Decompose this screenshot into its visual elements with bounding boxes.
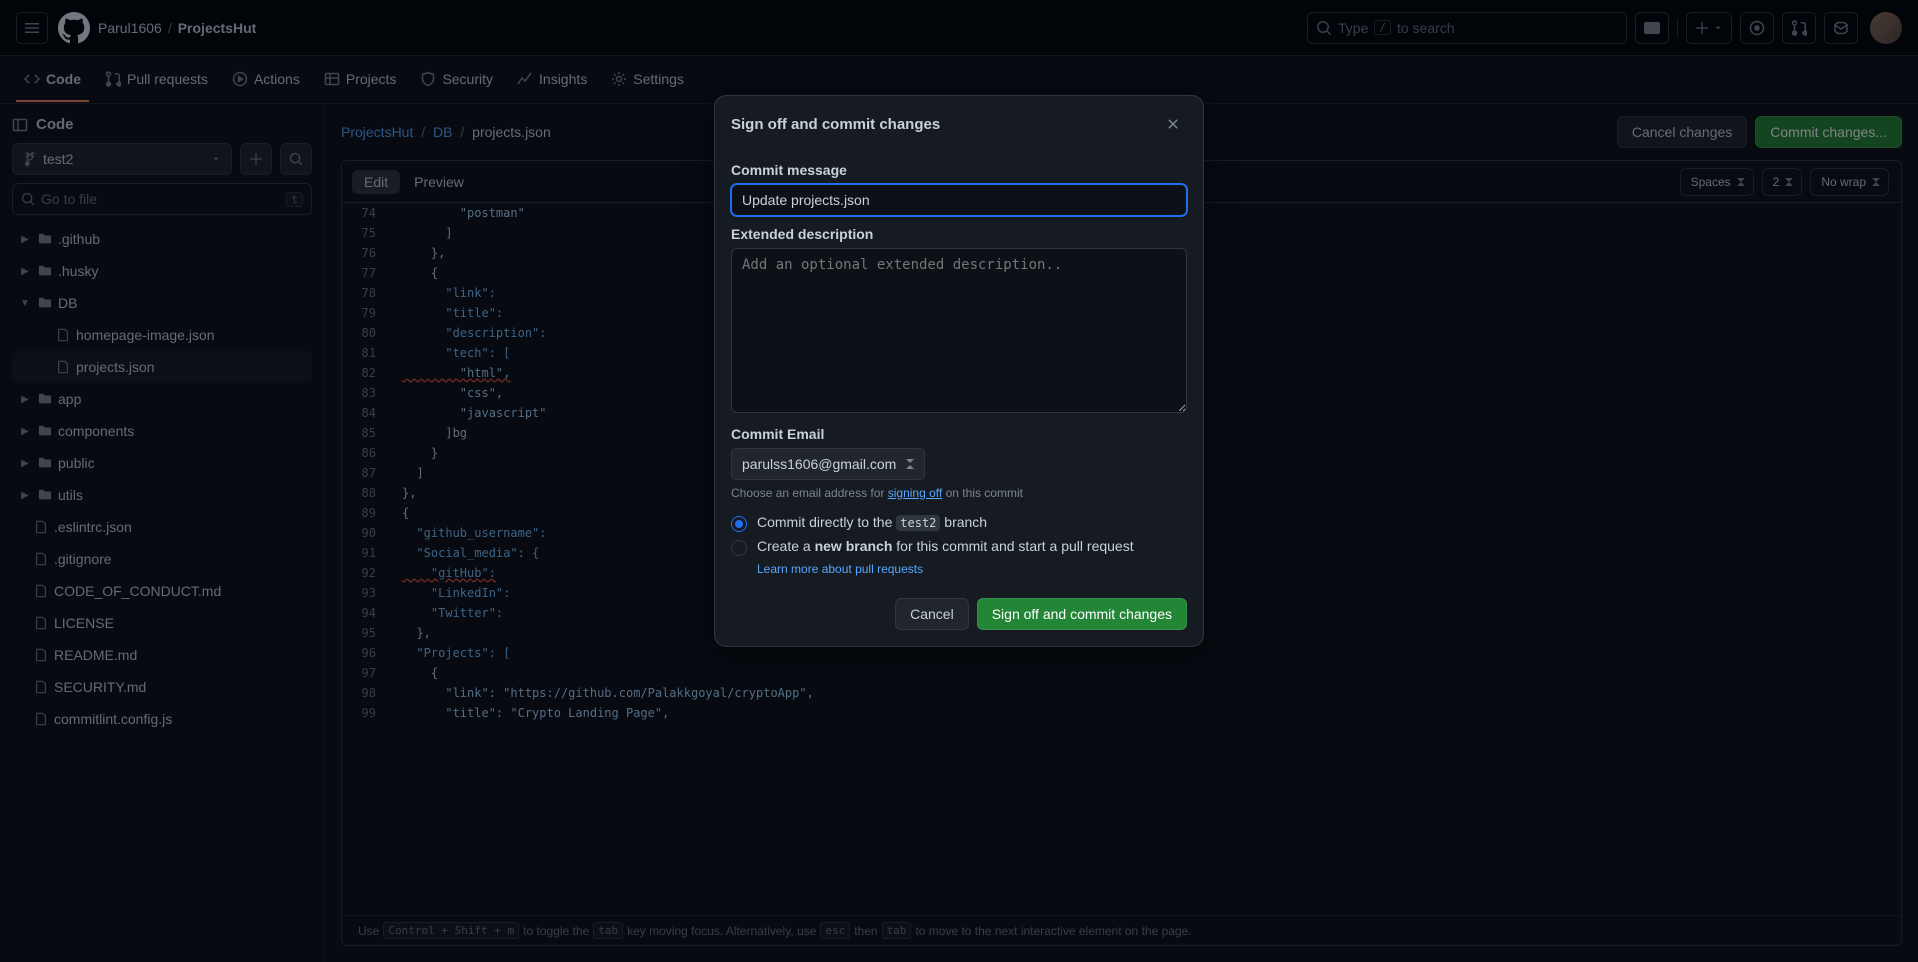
learn-more-link[interactable]: Learn more about pull requests — [757, 562, 923, 576]
radio-new-branch-label: Create a new branch for this commit and … — [757, 538, 1134, 554]
modal-title: Sign off and commit changes — [731, 116, 940, 133]
extended-description-label: Extended description — [731, 226, 1187, 242]
radio-commit-direct[interactable] — [731, 516, 747, 532]
close-icon — [1165, 116, 1181, 132]
extended-description-textarea[interactable] — [731, 248, 1187, 413]
radio-commit-direct-label: Commit directly to the test2 branch — [757, 514, 987, 530]
modal-backdrop[interactable]: Sign off and commit changes Commit messa… — [0, 0, 1918, 962]
commit-email-select[interactable]: parulss1606@gmail.com — [731, 448, 925, 480]
email-hint: Choose an email address for signing off … — [731, 486, 1187, 500]
cancel-button[interactable]: Cancel — [895, 598, 969, 630]
signing-off-link[interactable]: signing off — [888, 486, 943, 500]
commit-message-label: Commit message — [731, 162, 1187, 178]
commit-email-label: Commit Email — [731, 426, 1187, 442]
commit-message-input[interactable] — [731, 184, 1187, 216]
radio-new-branch[interactable] — [731, 540, 747, 556]
commit-modal: Sign off and commit changes Commit messa… — [714, 95, 1204, 647]
sign-off-commit-button[interactable]: Sign off and commit changes — [977, 598, 1187, 630]
close-button[interactable] — [1159, 110, 1187, 138]
